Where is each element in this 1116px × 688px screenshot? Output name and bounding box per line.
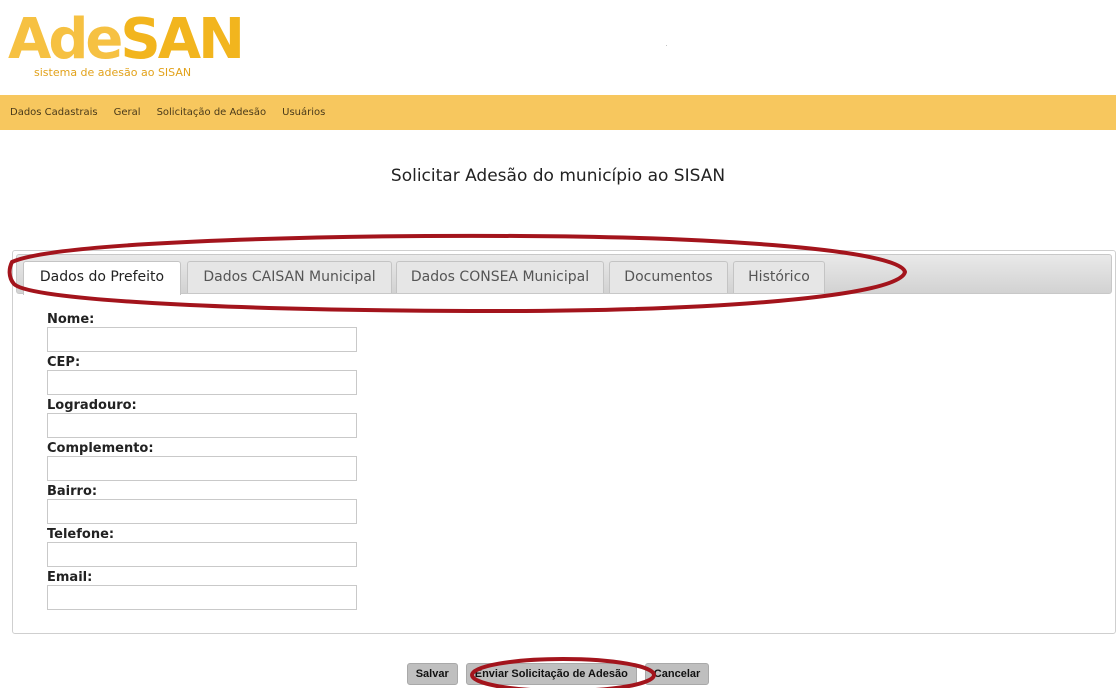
save-button[interactable]: Salvar	[406, 663, 458, 685]
email-label: Email:	[47, 570, 93, 585]
logo-wordmark-part-a: Ade	[8, 7, 123, 72]
menu-item-dados-cadastrais[interactable]: Dados Cadastrais	[10, 107, 98, 118]
submit-adhesion-button[interactable]: Enviar Solicitação de Adesão	[465, 663, 637, 685]
tab-historico[interactable]: Histórico	[733, 261, 825, 293]
form-actions: Salvar Enviar Solicitação de Adesão Canc…	[0, 663, 1116, 685]
menu-item-solicitacao-de-adesao[interactable]: Solicitação de Adesão	[157, 107, 267, 118]
bairro-label: Bairro:	[47, 484, 98, 499]
tab-dados-do-prefeito[interactable]: Dados do Prefeito	[23, 261, 181, 295]
logradouro-field[interactable]	[47, 413, 357, 438]
tab-dados-consea-municipal[interactable]: Dados CONSEA Municipal	[396, 261, 604, 293]
telefone-field[interactable]	[47, 542, 357, 567]
bairro-field[interactable]	[47, 499, 357, 524]
tab-dados-caisan-municipal[interactable]: Dados CAISAN Municipal	[187, 261, 392, 293]
cancel-button[interactable]: Cancelar	[644, 663, 710, 685]
logo-wordmark: AdeSAN	[8, 7, 245, 72]
cep-label: CEP:	[47, 355, 81, 370]
logradouro-label: Logradouro:	[47, 398, 137, 413]
logo-wordmark-part-b: SAN	[120, 7, 245, 72]
telefone-label: Telefone:	[47, 527, 115, 542]
page-title: Solicitar Adesão do município ao SISAN	[390, 166, 726, 186]
menu-item-usuarios[interactable]: Usuários	[282, 107, 325, 118]
tab-bar: Dados do Prefeito Dados CAISAN Municipal…	[16, 254, 1112, 295]
nome-field[interactable]	[47, 327, 357, 352]
email-field[interactable]	[47, 585, 357, 610]
adesan-logo: AdeSAN sistema de adesão ao SISAN	[8, 10, 248, 80]
logo-tagline: sistema de adesão ao SISAN	[34, 66, 192, 79]
complemento-label: Complemento:	[47, 441, 154, 456]
nome-label: Nome:	[47, 312, 95, 327]
menu-item-geral[interactable]: Geral	[114, 107, 141, 118]
tab-documentos[interactable]: Documentos	[609, 261, 728, 293]
tab-panel: Dados do Prefeito Dados CAISAN Municipal…	[12, 250, 1116, 634]
header-mark: ·	[665, 40, 668, 50]
complemento-field[interactable]	[47, 456, 357, 481]
cep-field[interactable]	[47, 370, 357, 395]
prefeito-form: Nome: CEP: Logradouro: Complemento: Bair…	[47, 313, 357, 614]
main-menu-bar: Dados Cadastrais Geral Solicitação de Ad…	[0, 95, 1116, 130]
